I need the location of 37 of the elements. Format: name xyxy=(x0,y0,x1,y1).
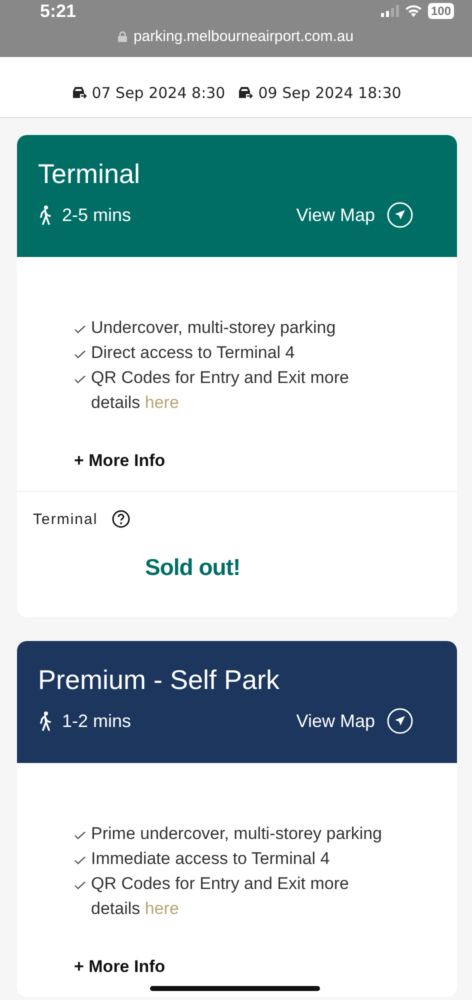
lock-icon xyxy=(118,31,128,42)
car-icon xyxy=(70,86,87,100)
product-label: Terminal xyxy=(33,510,98,528)
battery-level: 100 xyxy=(428,3,454,19)
feature-text: Direct access to Terminal 4 xyxy=(91,342,295,364)
walking-icon xyxy=(38,711,52,731)
walk-time: 2-5 mins xyxy=(62,204,132,226)
date-time: 07 Sep 2024 8:30 xyxy=(92,84,226,102)
check-icon xyxy=(74,325,86,334)
help-icon[interactable] xyxy=(112,510,130,528)
sold-out-status: Sold out! xyxy=(145,554,242,581)
feature-text: QR Codes for Entry and Exit more details here xyxy=(91,873,350,920)
card-title: Terminal xyxy=(38,159,142,190)
feature-text: Immediate access to Terminal 4 xyxy=(91,848,330,870)
feature-text: QR Codes for Entry and Exit more details here xyxy=(91,367,350,414)
navigation-icon[interactable] xyxy=(387,202,413,228)
walking-icon xyxy=(38,205,52,225)
more-info-button[interactable]: + More Info xyxy=(74,451,166,471)
check-icon xyxy=(74,375,86,384)
more-info-button[interactable]: + More Info xyxy=(74,957,166,977)
wifi-icon xyxy=(404,5,422,17)
feature-text: Undercover, multi-storey parking xyxy=(91,317,336,339)
feature-text: Prime undercover, multi-storey parking xyxy=(91,823,382,845)
walk-time: 1-2 mins xyxy=(62,710,132,732)
check-icon xyxy=(74,350,86,359)
check-icon xyxy=(74,856,86,865)
date-time: 09 Sep 2024 18:30 xyxy=(258,84,402,102)
clock-time: 5:21 xyxy=(40,0,76,22)
card-title: Premium - Self Park xyxy=(38,665,281,696)
url-text[interactable]: parking.melbourneairport.com.au xyxy=(133,28,354,45)
car-icon xyxy=(237,86,254,100)
signal-icon xyxy=(380,5,399,17)
check-icon xyxy=(74,831,86,840)
view-map-link[interactable]: View Map xyxy=(296,708,413,734)
check-icon xyxy=(74,881,86,890)
navigation-icon[interactable] xyxy=(387,708,413,734)
view-map-link[interactable]: View Map xyxy=(296,202,413,228)
